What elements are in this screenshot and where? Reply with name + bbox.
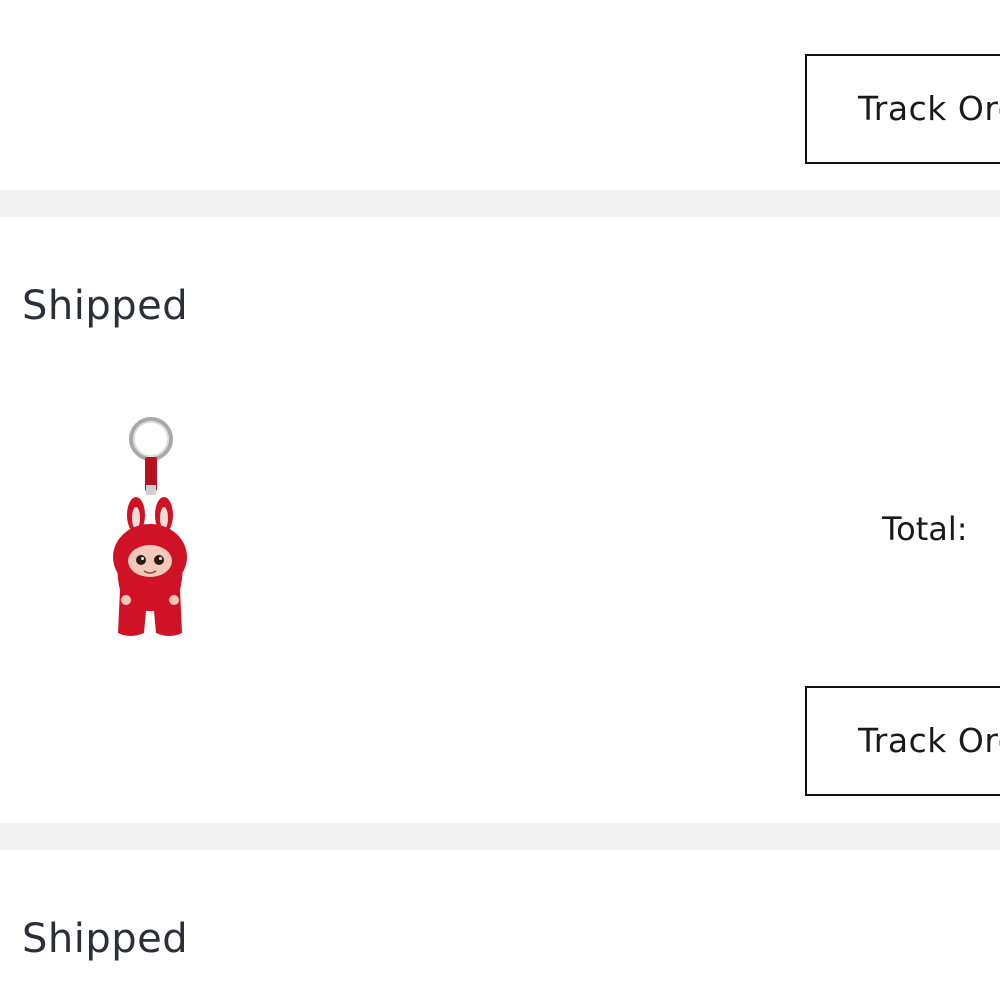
order-separator <box>0 190 1000 217</box>
order-separator <box>0 823 1000 850</box>
order-status: Shipped <box>22 283 189 329</box>
order-list: Track Order Shipped Total: Track Order <box>0 0 1000 1000</box>
track-order-button[interactable]: Track Order <box>805 686 1000 796</box>
order-card: Shipped <box>0 850 1000 1000</box>
order-status: Shipped <box>22 916 189 962</box>
product-thumbnail[interactable] <box>100 415 200 645</box>
order-total-label: Total: <box>882 510 968 548</box>
order-card: Track Order <box>0 0 1000 190</box>
track-order-button[interactable]: Track Order <box>805 54 1000 164</box>
